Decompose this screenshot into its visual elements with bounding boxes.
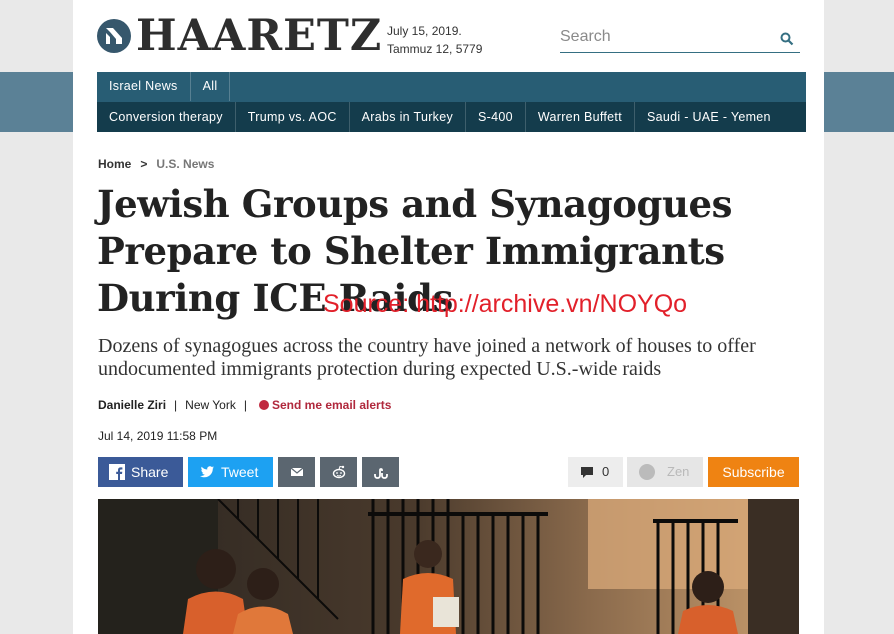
article-photo[interactable] xyxy=(98,499,799,634)
zen-button[interactable]: Zen xyxy=(627,457,703,487)
nav-primary: Israel News All xyxy=(97,72,231,101)
nav-item-arabs-in-turkey[interactable]: Arabs in Turkey xyxy=(350,102,467,132)
zen-icon xyxy=(639,464,655,480)
breadcrumb-home[interactable]: Home xyxy=(98,157,131,171)
reddit-icon xyxy=(332,465,346,479)
facebook-icon xyxy=(109,464,125,480)
byline-divider: | xyxy=(243,398,247,412)
nav-item-conversion-therapy[interactable]: Conversion therapy xyxy=(97,102,236,132)
logo-icon[interactable] xyxy=(97,19,131,53)
publish-date: Jul 14, 2019 11:58 PM xyxy=(98,429,218,443)
comment-icon xyxy=(581,467,593,478)
comments-count: 0 xyxy=(602,464,610,479)
subscribe-button[interactable]: Subscribe xyxy=(708,457,799,487)
date-gregorian: July 15, 2019. xyxy=(387,24,462,38)
reddit-share-button[interactable] xyxy=(320,457,357,487)
search-input[interactable] xyxy=(560,24,765,50)
breadcrumb: Home > U.S. News xyxy=(98,157,214,171)
breadcrumb-section[interactable]: U.S. News xyxy=(156,157,214,171)
zen-label: Zen xyxy=(667,464,690,479)
stumbleupon-share-button[interactable] xyxy=(362,457,399,487)
email-alerts-link[interactable]: Send me email alerts xyxy=(272,398,391,412)
email-share-button[interactable] xyxy=(278,457,315,487)
twitter-icon xyxy=(200,466,214,478)
facebook-share-button[interactable]: Share xyxy=(98,457,183,487)
byline: Danielle Ziri | New York | Send me email ale… xyxy=(98,398,391,412)
site-header: HAARETZ July 15, 2019. Tammuz 12, 5779 xyxy=(73,0,824,72)
nav-item-israel-news[interactable]: Israel News xyxy=(97,72,191,101)
main-nav: Israel News All Conversion therapy Trump… xyxy=(97,72,806,132)
comments-button[interactable]: 0 xyxy=(568,457,623,487)
author-link[interactable]: Danielle Ziri xyxy=(98,398,166,412)
nav-item-trump-vs-aoc[interactable]: Trump vs. AOC xyxy=(236,102,350,132)
nav-item-saudi-uae-yemen[interactable]: Saudi - UAE - Yemen xyxy=(635,102,783,132)
nav-trending: Conversion therapy Trump vs. AOC Arabs i… xyxy=(97,102,806,132)
stumbleupon-icon xyxy=(374,468,388,479)
article-subtitle: Dozens of synagogues across the country … xyxy=(98,335,756,380)
mail-icon xyxy=(290,467,304,476)
search-icon[interactable] xyxy=(780,32,794,46)
search-box xyxy=(560,24,800,53)
source-note: Source: http://archive.vn/NOYQo xyxy=(323,290,688,318)
twitter-share-label: Tweet xyxy=(221,464,259,480)
nav-item-warren-buffett[interactable]: Warren Buffett xyxy=(526,102,635,132)
byline-divider: | xyxy=(174,398,178,412)
date-hebrew: Tammuz 12, 5779 xyxy=(387,42,483,56)
facebook-share-label: Share xyxy=(131,464,169,480)
nav-item-s-400[interactable]: S-400 xyxy=(466,102,526,132)
nav-item-all[interactable]: All xyxy=(191,72,231,101)
alert-icon xyxy=(258,400,269,410)
breadcrumb-separator: > xyxy=(140,157,148,171)
site-logo[interactable]: HAARETZ xyxy=(136,10,382,62)
article-location: New York xyxy=(185,398,236,412)
twitter-share-button[interactable]: Tweet xyxy=(188,457,273,487)
